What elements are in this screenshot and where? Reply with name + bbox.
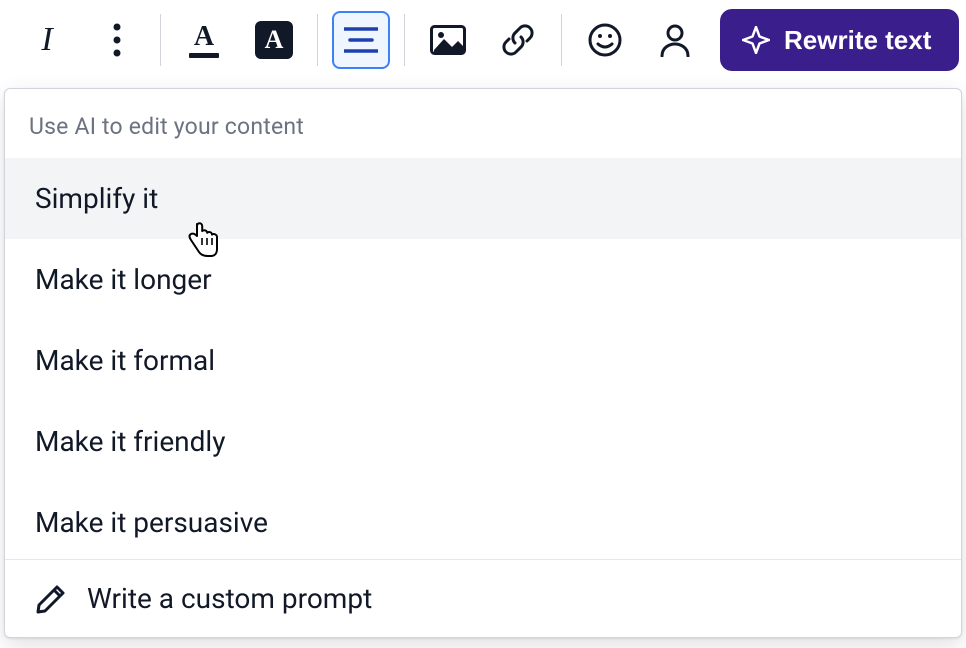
formatting-toolbar: I A A bbox=[0, 0, 966, 80]
align-center-icon bbox=[344, 27, 378, 53]
dropdown-item-label: Make it persuasive bbox=[35, 506, 268, 539]
rewrite-text-button[interactable]: Rewrite text bbox=[720, 9, 959, 71]
mention-button[interactable] bbox=[646, 11, 704, 69]
dropdown-item-persuasive[interactable]: Make it persuasive bbox=[5, 482, 961, 563]
toolbar-divider bbox=[160, 14, 161, 66]
sparkle-icon bbox=[742, 26, 770, 54]
emoji-icon bbox=[588, 23, 622, 57]
background-color-icon: A bbox=[255, 21, 293, 59]
rewrite-text-label: Rewrite text bbox=[784, 25, 931, 56]
toolbar-divider bbox=[561, 14, 562, 66]
dropdown-item-label: Make it friendly bbox=[35, 425, 226, 458]
text-color-button[interactable]: A bbox=[175, 11, 233, 69]
link-icon bbox=[500, 22, 536, 58]
text-color-icon: A bbox=[189, 23, 219, 58]
dropdown-item-simplify[interactable]: Simplify it bbox=[5, 158, 961, 239]
dropdown-custom-prompt[interactable]: Write a custom prompt bbox=[5, 559, 961, 637]
person-icon bbox=[659, 23, 691, 57]
italic-icon: I bbox=[41, 21, 52, 59]
custom-prompt-label: Write a custom prompt bbox=[87, 582, 372, 615]
dropdown-item-label: Make it longer bbox=[35, 263, 212, 296]
image-button[interactable] bbox=[419, 11, 477, 69]
emoji-button[interactable] bbox=[576, 11, 634, 69]
pencil-icon bbox=[35, 583, 67, 615]
background-color-button[interactable]: A bbox=[245, 11, 303, 69]
link-button[interactable] bbox=[489, 11, 547, 69]
dropdown-item-label: Make it formal bbox=[35, 344, 215, 377]
dropdown-item-label: Simplify it bbox=[35, 182, 158, 215]
align-button[interactable] bbox=[332, 11, 390, 69]
dropdown-item-longer[interactable]: Make it longer bbox=[5, 239, 961, 320]
toolbar-divider bbox=[404, 14, 405, 66]
dropdown-item-formal[interactable]: Make it formal bbox=[5, 320, 961, 401]
more-options-button[interactable] bbox=[88, 11, 146, 69]
toolbar-divider bbox=[317, 14, 318, 66]
dropdown-item-friendly[interactable]: Make it friendly bbox=[5, 401, 961, 482]
dropdown-header: Use AI to edit your content bbox=[5, 89, 961, 158]
ai-rewrite-dropdown: Use AI to edit your content Simplify it … bbox=[4, 88, 962, 638]
kebab-menu-icon bbox=[113, 23, 121, 57]
italic-button[interactable]: I bbox=[18, 11, 76, 69]
image-icon bbox=[430, 25, 466, 55]
